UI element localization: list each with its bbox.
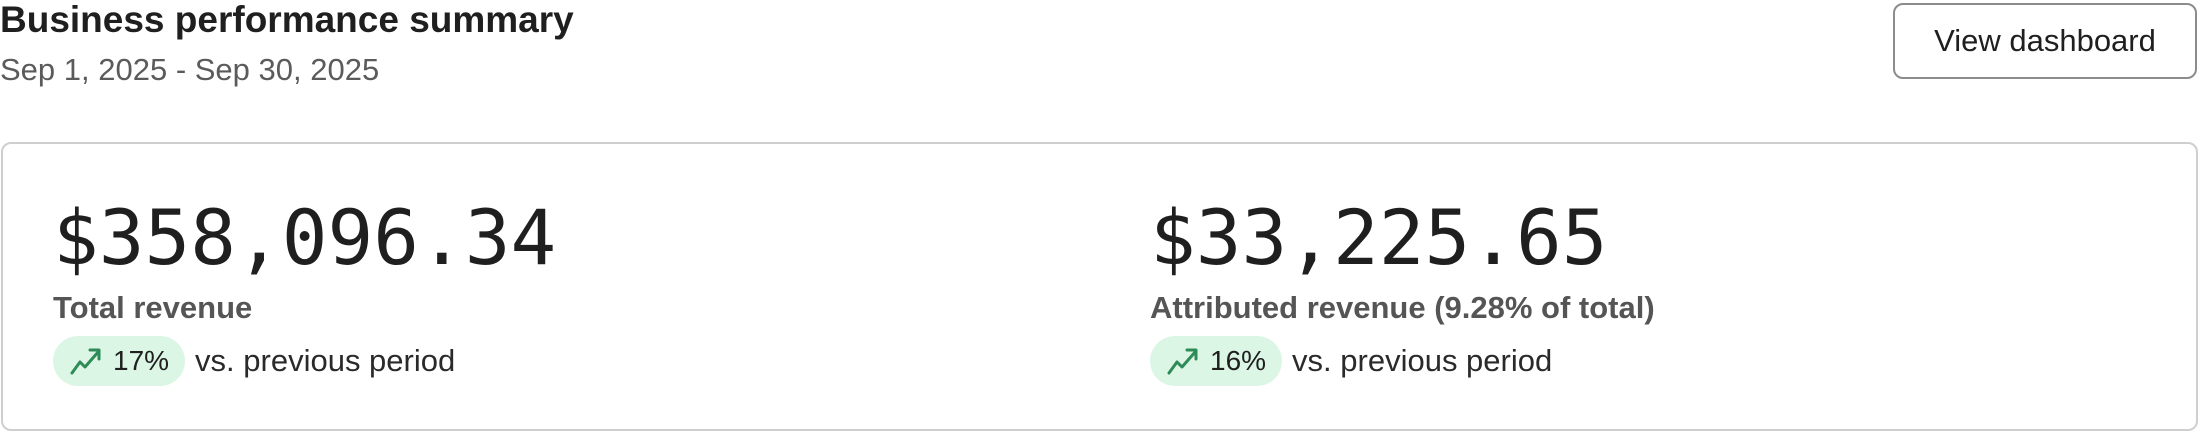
metric-total-revenue: $358,096.34 Total revenue 17% vs. previo… [53, 144, 1053, 429]
change-badge: 17% [53, 336, 186, 386]
metric-label: Total revenue [53, 290, 253, 325]
comparison-text: vs. previous period [195, 343, 456, 378]
change-percent: 17% [113, 345, 170, 376]
trending-up-icon [69, 346, 103, 376]
metric-change-row: 16% vs. previous period [1150, 336, 1552, 386]
metrics-card: $358,096.34 Total revenue 17% vs. previo… [1, 142, 2198, 431]
metric-attributed-revenue: $33,225.65 Attributed revenue (9.28% of … [1150, 144, 2150, 429]
metric-change-row: 17% vs. previous period [53, 336, 455, 386]
change-percent: 16% [1210, 345, 1267, 376]
summary-header: Business performance summary Sep 1, 2025… [0, 0, 2203, 100]
date-range: Sep 1, 2025 - Sep 30, 2025 [0, 52, 380, 87]
change-badge: 16% [1150, 336, 1283, 386]
metric-label: Attributed revenue (9.28% of total) [1150, 290, 1655, 325]
trending-up-icon [1166, 346, 1200, 376]
metric-value: $33,225.65 [1150, 193, 1608, 282]
comparison-text: vs. previous period [1292, 343, 1553, 378]
metric-value: $358,096.34 [53, 193, 557, 282]
page-title: Business performance summary [0, 0, 574, 40]
view-dashboard-button[interactable]: View dashboard [1893, 3, 2197, 79]
